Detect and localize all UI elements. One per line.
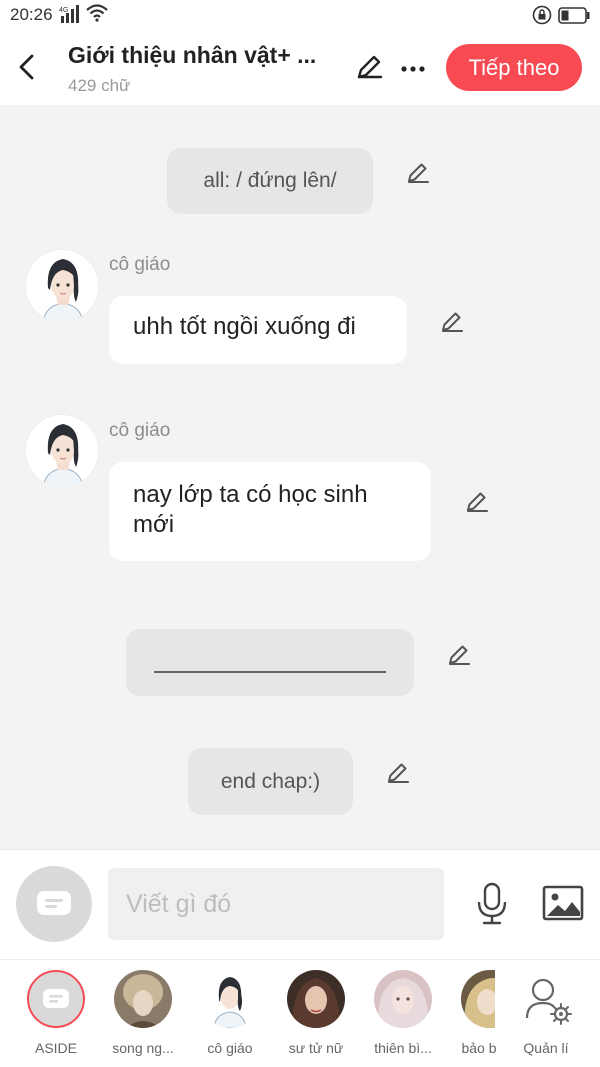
avatar [461, 970, 495, 1028]
page-title: Giới thiệu nhân vật+ ... [68, 42, 317, 68]
battery-icon [558, 7, 590, 24]
pencil-icon [408, 163, 429, 183]
image-icon [542, 885, 584, 921]
character-avatar-image [114, 970, 172, 1028]
rotation-lock-icon [532, 5, 552, 25]
character-avatar[interactable] [25, 249, 99, 323]
message-text: nay lớp ta có học sinh mới [133, 481, 368, 538]
aside-avatar [27, 970, 85, 1028]
avatar [114, 970, 172, 1028]
microphone-icon [477, 882, 507, 925]
edit-title-button[interactable] [352, 50, 386, 84]
back-button[interactable] [10, 50, 44, 84]
character-avatar[interactable] [25, 414, 99, 488]
avatar [201, 970, 259, 1028]
character-name: bảo b [461, 1040, 497, 1056]
character-avatar-image [201, 970, 259, 1028]
message-bubble[interactable]: nay lớp ta có học sinh mới [109, 462, 431, 561]
insert-image-button[interactable] [540, 882, 586, 924]
narration-text: all: / đứng lên/ [203, 169, 337, 192]
teacher-avatar-image [26, 250, 98, 322]
aside-mode-button[interactable] [16, 866, 92, 942]
character-avatar-image [374, 970, 432, 1028]
narration-bubble[interactable]: all: / đứng lên/ [167, 148, 373, 214]
character-name: sư tử nữ [288, 1040, 344, 1056]
character-aside[interactable]: ASIDE [15, 970, 97, 1056]
message-input[interactable] [108, 868, 444, 940]
edit-narration-button[interactable] [383, 758, 413, 788]
divider-line [154, 670, 386, 673]
status-time: 20:26 [10, 5, 53, 24]
user-settings-icon [525, 978, 572, 1025]
message-composer [0, 849, 600, 959]
more-icon [401, 66, 425, 72]
character-avatar-image [287, 970, 345, 1028]
message-icon [37, 891, 71, 915]
word-count: 429 chữ [68, 76, 131, 95]
manage-icon-wrap [517, 970, 575, 1028]
voice-input-button[interactable] [472, 880, 512, 928]
signal-icon: 4G [59, 5, 79, 23]
wifi-icon [86, 4, 108, 22]
pencil-icon [449, 645, 470, 665]
top-bar: Giới thiệu nhân vật+ ... 429 chữ Tiếp th… [0, 30, 600, 105]
message-icon [43, 989, 69, 1008]
character-avatar-image [461, 970, 495, 1028]
character-name: cô giáo [207, 1040, 253, 1056]
character-item[interactable]: bảo b [449, 970, 509, 1056]
character-item[interactable]: song ng... [102, 970, 184, 1056]
pencil-icon [467, 492, 488, 512]
message-text: uhh tốt ngồi xuống đi [133, 313, 356, 340]
next-button[interactable]: Tiếp theo [446, 44, 582, 91]
sender-name: cô giáo [109, 420, 171, 441]
character-name: ASIDE [34, 1040, 77, 1056]
chevron-left-icon [19, 54, 34, 80]
character-name: song ng... [112, 1040, 174, 1056]
sender-name: cô giáo [109, 254, 171, 275]
character-item[interactable]: cô giáo [189, 970, 271, 1056]
edit-message-button[interactable] [437, 307, 467, 337]
teacher-avatar-image [26, 415, 98, 487]
message-bubble[interactable]: uhh tốt ngồi xuống đi [109, 296, 407, 364]
status-bar: 20:26 4G [0, 0, 600, 30]
narration-text: end chap:) [220, 769, 321, 793]
scene-divider-bubble[interactable] [126, 629, 414, 696]
edit-divider-button[interactable] [444, 640, 474, 670]
character-item[interactable]: sư tử nữ [275, 970, 357, 1056]
character-item[interactable]: thiên bì... [362, 970, 444, 1056]
manage-characters-button[interactable]: Quản lí [506, 970, 586, 1056]
edit-narration-button[interactable] [403, 158, 433, 188]
avatar [287, 970, 345, 1028]
more-options-button[interactable] [396, 52, 430, 82]
character-name: Quản lí [523, 1040, 569, 1056]
pencil-icon [442, 312, 463, 332]
character-name: thiên bì... [374, 1040, 432, 1056]
pencil-icon [357, 55, 383, 79]
avatar [374, 970, 432, 1028]
edit-message-button[interactable] [462, 487, 492, 517]
character-bar: ASIDE song ng... cô giáo sư tử nữ thiên … [0, 959, 600, 1067]
narration-bubble[interactable]: end chap:) [188, 748, 353, 815]
pencil-icon [388, 763, 409, 783]
network-type: 4G [59, 7, 68, 14]
